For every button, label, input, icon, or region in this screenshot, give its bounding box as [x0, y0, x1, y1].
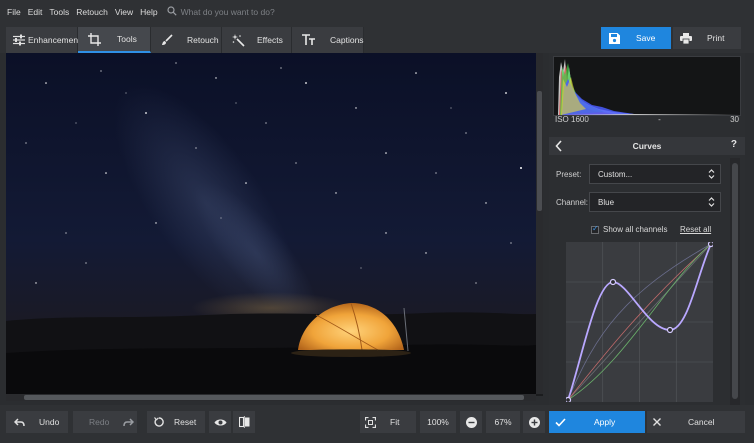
curves-graph[interactable]	[564, 240, 715, 404]
bottom-bar: Undo Redo Reset Fit 100% 67% Apply Cance…	[0, 405, 754, 443]
magic-wand-icon	[232, 33, 245, 47]
zoom-in-button[interactable]	[523, 411, 545, 433]
preset-label: Preset:	[556, 170, 582, 179]
sliders-icon	[13, 34, 25, 46]
save-button[interactable]: Save	[601, 27, 671, 49]
tab-captions-label: Captions	[330, 35, 364, 45]
histogram	[553, 56, 741, 116]
search-icon	[167, 6, 177, 18]
panel-scrollbar[interactable]	[730, 158, 740, 405]
histogram-separator: -	[658, 115, 661, 124]
floppy-disk-icon	[609, 32, 620, 44]
histogram-graph	[558, 59, 740, 115]
menu-help[interactable]: Help	[140, 7, 157, 17]
help-icon[interactable]: ?	[731, 139, 737, 150]
fit-button[interactable]: Fit	[360, 411, 416, 433]
checkmark-icon	[555, 417, 566, 427]
curves-header: Curves ?	[549, 137, 745, 155]
redo-label: Redo	[89, 417, 110, 427]
preview-toggle-button[interactable]	[209, 411, 231, 433]
scroll-thumb[interactable]	[732, 163, 738, 399]
zoom-100-button[interactable]: 100%	[420, 411, 456, 433]
channel-select[interactable]: Blue	[589, 192, 721, 212]
iso-value: ISO 1600	[555, 115, 589, 124]
print-button[interactable]: Print	[673, 27, 741, 49]
photo-canvas[interactable]	[6, 53, 543, 401]
checkbox-checked[interactable]	[591, 224, 599, 234]
menu-file[interactable]: File	[7, 7, 21, 17]
cancel-label: Cancel	[688, 417, 715, 427]
night-sky-tent-photo	[6, 53, 536, 394]
apply-label: Apply	[594, 417, 616, 427]
chevron-updown-icon	[708, 196, 715, 208]
tab-retouch[interactable]: Retouch	[151, 27, 222, 53]
close-icon	[653, 418, 661, 426]
zoom-level-value: 67%	[494, 417, 512, 427]
show-all-channels-checkbox[interactable]: Show all channels	[591, 224, 668, 234]
print-button-label: Print	[707, 33, 725, 43]
minus-circle-icon	[465, 416, 477, 428]
show-all-channels-label: Show all channels	[603, 225, 668, 234]
brush-icon	[161, 34, 173, 46]
reset-button[interactable]: Reset	[147, 411, 205, 433]
menu-view[interactable]: View	[115, 7, 133, 17]
back-arrow-icon[interactable]	[555, 140, 563, 154]
scroll-thumb[interactable]	[537, 91, 542, 211]
compare-icon	[238, 416, 250, 428]
tab-enhancement[interactable]: Enhancement	[6, 27, 81, 53]
photo-vertical-scrollbar[interactable]	[536, 53, 543, 394]
crop-icon	[88, 32, 101, 46]
text-icon	[302, 34, 316, 46]
main-toolbar: Enhancement Tools Retouch Effects Captio…	[0, 24, 754, 53]
undo-arrow-icon	[14, 417, 25, 427]
zoom-out-button[interactable]	[460, 411, 482, 433]
tab-bar: Enhancement Tools Retouch Effects Captio…	[6, 27, 364, 53]
channel-label: Channel:	[556, 198, 589, 207]
redo-arrow-icon	[123, 417, 135, 427]
reset-all-link[interactable]: Reset all	[680, 225, 711, 234]
printer-icon	[680, 32, 692, 44]
cancel-button[interactable]: Cancel	[647, 411, 745, 433]
zoom-level[interactable]: 67%	[486, 411, 520, 433]
search-input[interactable]: What do you want to do?	[181, 7, 275, 17]
menu-bar: File Edit Tools Retouch View Help What d…	[0, 0, 754, 24]
reset-label: Reset	[174, 417, 197, 427]
search-box[interactable]: What do you want to do?	[167, 6, 275, 18]
fit-screen-icon	[365, 416, 376, 428]
tab-tools[interactable]: Tools	[78, 27, 151, 53]
redo-button[interactable]: Redo	[73, 411, 137, 433]
histogram-count: 30	[730, 115, 739, 124]
scroll-thumb[interactable]	[24, 395, 524, 400]
tab-effects-label: Effects	[257, 35, 283, 45]
curves-title: Curves	[632, 141, 662, 151]
menu-retouch[interactable]: Retouch	[76, 7, 108, 17]
reset-icon	[154, 417, 164, 427]
tab-tools-label: Tools	[117, 34, 137, 44]
save-button-label: Save	[636, 33, 656, 43]
fit-label: Fit	[390, 417, 400, 427]
photo-horizontal-scrollbar[interactable]	[6, 394, 536, 401]
undo-button[interactable]: Undo	[6, 411, 68, 433]
compare-button[interactable]	[233, 411, 255, 433]
tab-captions[interactable]: Captions	[292, 27, 364, 53]
adjustments-panel: ISO 1600 - 30 Curves ? Preset: Custom...…	[549, 53, 745, 405]
apply-button[interactable]: Apply	[549, 411, 645, 433]
chevron-updown-icon	[708, 168, 715, 180]
channel-value: Blue	[598, 197, 615, 207]
tab-effects[interactable]: Effects	[222, 27, 292, 53]
tab-retouch-label: Retouch	[187, 35, 219, 45]
histogram-info: ISO 1600 - 30	[553, 115, 741, 127]
plus-circle-icon	[528, 416, 540, 428]
preset-value: Custom...	[598, 169, 633, 179]
menu-edit[interactable]: Edit	[28, 7, 43, 17]
undo-label: Undo	[39, 417, 60, 427]
eye-icon	[214, 418, 227, 427]
menu-tools[interactable]: Tools	[49, 7, 69, 17]
zoom-100-label: 100%	[427, 417, 449, 427]
tab-enhancement-label: Enhancement	[28, 35, 81, 45]
curve-editor[interactable]	[564, 240, 715, 404]
preset-select[interactable]: Custom...	[589, 164, 721, 184]
